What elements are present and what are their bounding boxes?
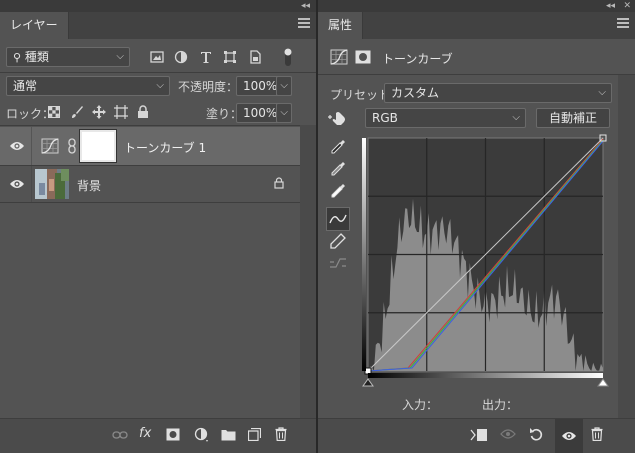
fx-icon[interactable]: fx (139, 426, 151, 441)
lock-image-brush-icon[interactable] (70, 105, 84, 119)
layer-filter-select[interactable]: ⚲ 種類 ⌵ (6, 47, 130, 67)
chevron-down-icon: ⌵ (156, 80, 164, 91)
filter-shape-icon[interactable] (223, 50, 237, 64)
blend-mode-select[interactable]: 通常 ⌵ (6, 76, 170, 96)
lock-transparent-icon[interactable] (48, 106, 60, 118)
chevron-down-icon: ⌵ (280, 107, 288, 118)
adjustment-title: トーンカーブ (382, 52, 453, 66)
channel-select[interactable]: RGB ⌵ (365, 108, 526, 128)
chevron-down-icon: ⌵ (280, 80, 288, 91)
layers-scrollbar[interactable] (300, 125, 316, 418)
curves-adjustment-icon[interactable] (330, 49, 348, 65)
lock-position-move-icon[interactable] (92, 105, 106, 119)
reset-icon[interactable] (529, 427, 543, 442)
layer-row-background[interactable]: 背景 (0, 166, 300, 204)
input-gradient-bar (362, 138, 366, 371)
panel-menu-icon[interactable] (298, 18, 310, 28)
layer-thumbnail-photo[interactable] (35, 169, 69, 199)
lock-all-icon[interactable] (137, 105, 149, 119)
panel-menu-icon[interactable] (617, 18, 629, 28)
output-gradient-bar (368, 373, 603, 378)
input-label: 入力： (402, 398, 439, 412)
layer-name[interactable]: 背景 (77, 177, 101, 194)
smooth-curve-icon[interactable] (327, 252, 349, 274)
white-point-eyedropper-icon[interactable] (327, 180, 349, 202)
link-icon[interactable] (68, 138, 76, 154)
targeted-adjustment-hand-icon[interactable] (328, 110, 348, 126)
opacity-dropdown[interactable]: ⌵ (276, 76, 292, 96)
white-slider-handle[interactable] (597, 378, 609, 387)
filter-toggle-icon[interactable] (282, 46, 294, 68)
trash-icon[interactable] (591, 427, 603, 441)
view-previous-state-icon[interactable] (500, 427, 518, 441)
opacity-label: 不透明度： (178, 80, 239, 94)
lock-icon (274, 177, 284, 189)
chevron-down-icon: ⌵ (512, 112, 520, 123)
link-layers-icon[interactable] (112, 429, 128, 441)
opacity-value: 100% (243, 79, 278, 93)
mask-properties-icon[interactable] (355, 50, 371, 64)
black-point-eyedropper-icon[interactable] (327, 136, 349, 158)
search-icon: ⚲ (13, 51, 22, 64)
eye-icon[interactable] (9, 178, 25, 190)
tab-layers[interactable]: レイヤー (0, 12, 69, 39)
toggle-visibility-button[interactable] (555, 419, 583, 453)
layers-panel: ◂◂ レイヤー ⚲ 種類 ⌵ 通常 ⌵ 不透明度： 100% ⌵ ロック： 塗り… (0, 0, 316, 453)
chevron-down-icon: ⌵ (116, 51, 124, 62)
eye-icon[interactable] (9, 140, 25, 152)
channel-value: RGB (372, 111, 398, 125)
curves-adjustment-icon (41, 138, 59, 154)
properties-bottom-toolbar (318, 418, 635, 453)
trash-icon[interactable] (275, 427, 287, 441)
new-layer-icon[interactable] (248, 428, 261, 441)
new-adjustment-layer-icon[interactable] (194, 427, 210, 443)
pencil-draw-icon[interactable] (327, 230, 349, 252)
tab-properties[interactable]: 属性 (318, 12, 364, 39)
curves-graph[interactable] (362, 134, 610, 388)
new-group-folder-icon[interactable] (221, 428, 236, 441)
filter-type-icon[interactable] (199, 50, 213, 64)
layer-row-tone-curve[interactable]: トーンカーブ 1 (0, 127, 300, 165)
blend-mode-value: 通常 (13, 79, 38, 93)
properties-scrollbar[interactable] (618, 75, 635, 418)
preset-select[interactable]: カスタム ⌵ (384, 83, 612, 103)
close-panel-icon[interactable]: ✕ (623, 0, 631, 12)
fill-value: 100% (243, 106, 278, 120)
edit-points-curve-icon[interactable] (326, 207, 350, 231)
filter-smart-object-icon[interactable] (248, 50, 262, 64)
layers-bottom-toolbar: fx (0, 418, 316, 453)
panel-dock-bar: ◂◂ (0, 0, 316, 12)
add-mask-icon[interactable] (166, 428, 180, 441)
panel-dock-bar: ◂◂ ✕ (318, 0, 635, 12)
black-slider-handle[interactable] (362, 378, 374, 387)
lock-artboard-icon[interactable] (114, 105, 128, 119)
layer-name[interactable]: トーンカーブ 1 (124, 139, 206, 156)
filter-pixel-icon[interactable] (150, 50, 164, 64)
layers-tab-bar: レイヤー (0, 12, 316, 39)
filter-adjustment-icon[interactable] (174, 50, 188, 64)
fill-dropdown[interactable]: ⌵ (276, 103, 292, 123)
clip-to-layer-icon[interactable] (470, 428, 488, 442)
properties-tab-bar: 属性 (318, 12, 635, 39)
layer-mask-thumbnail[interactable] (79, 129, 117, 163)
output-label: 出力： (482, 398, 519, 412)
chevron-down-icon: ⌵ (598, 87, 606, 98)
eye-icon (562, 432, 576, 440)
preset-value: カスタム (391, 86, 440, 100)
gray-point-eyedropper-icon[interactable] (327, 158, 349, 180)
collapse-icon[interactable]: ◂◂ (301, 0, 310, 12)
auto-button[interactable]: 自動補正 (536, 108, 610, 128)
collapse-icon[interactable]: ◂◂ (606, 0, 615, 12)
properties-panel: ◂◂ ✕ 属性 トーンカーブ プリセット： カスタム ⌵ RGB ⌵ 自動補正 (318, 0, 635, 453)
lock-label: ロック： (6, 107, 55, 121)
filter-kind-value: 種類 (24, 50, 49, 64)
